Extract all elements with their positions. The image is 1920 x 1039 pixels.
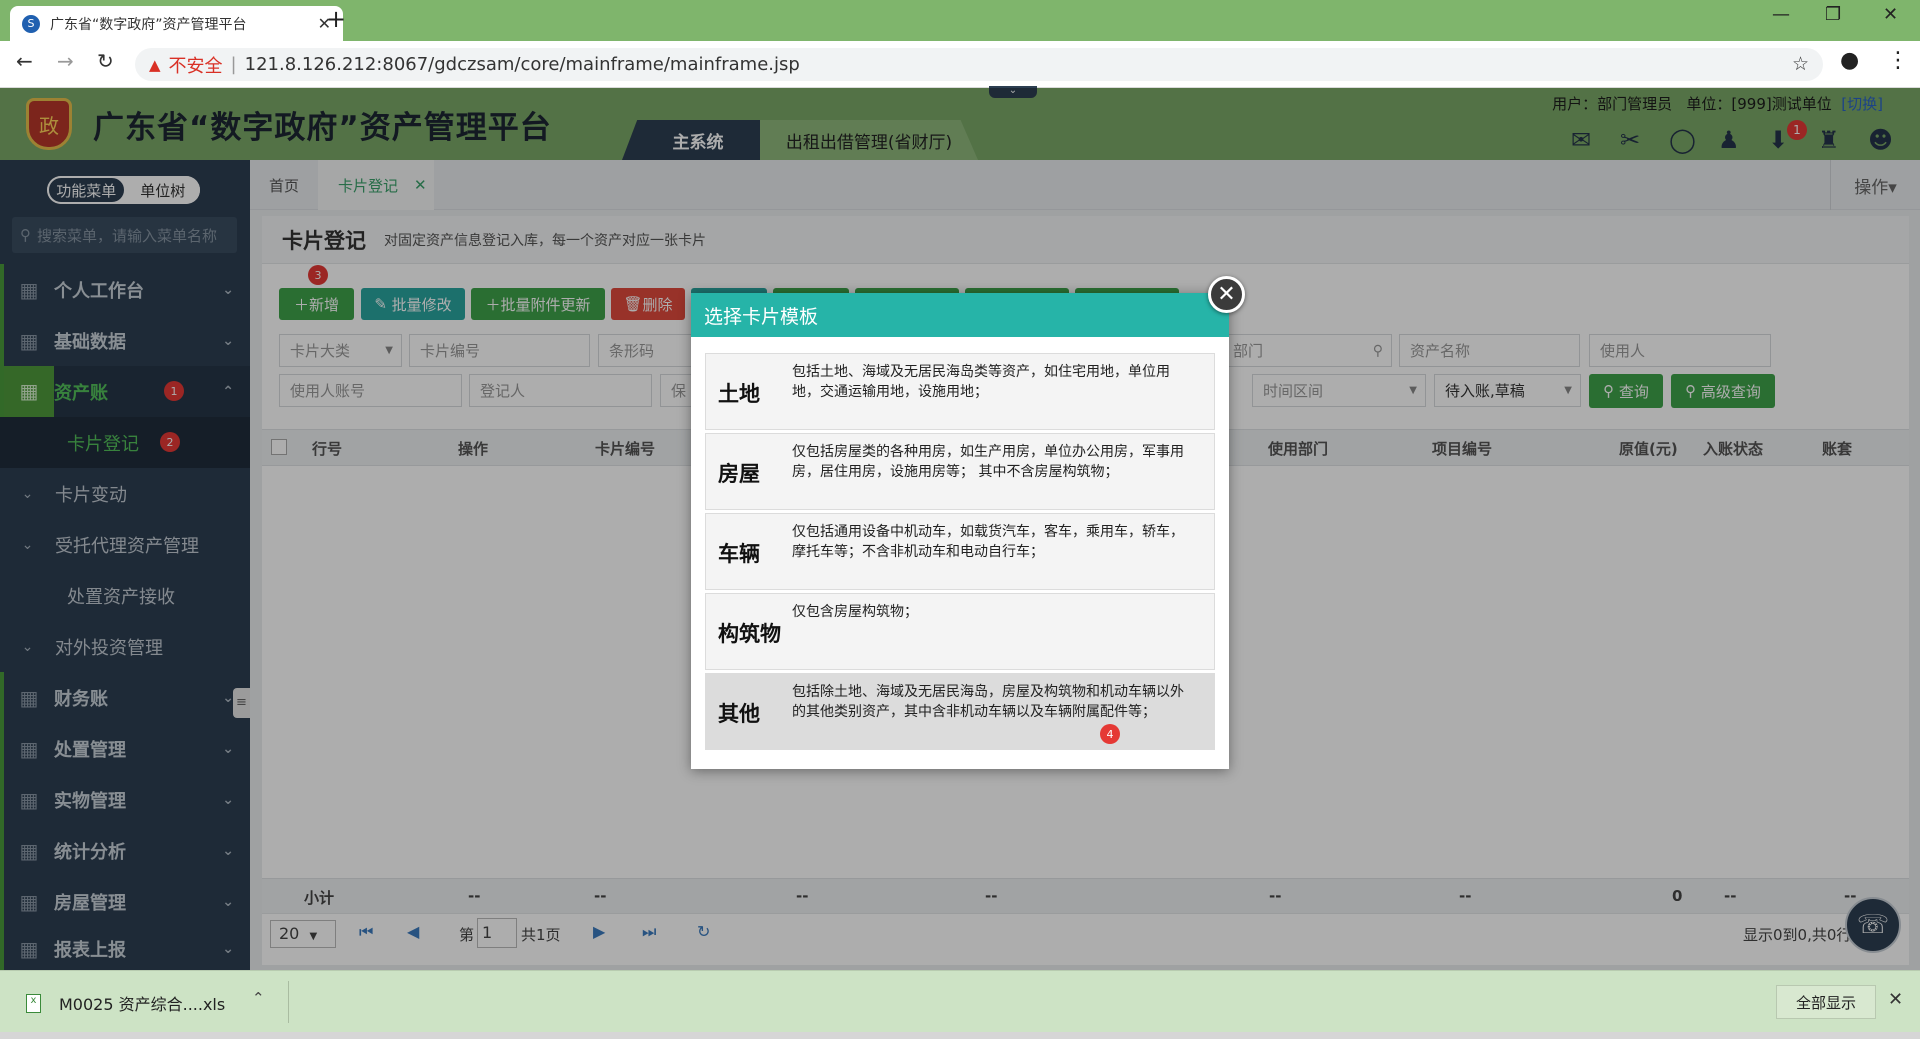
url-field[interactable]: ▲ 不安全 | 121.8.126.212:8067/gdczsam/core/… [135,48,1823,81]
template-option-land[interactable]: 土地 包括土地、海域及无居民海岛类等资产，如住宅用地，单位用地，交通运输用地，设… [705,353,1215,430]
reload-icon[interactable]: ↻ [97,49,114,73]
template-desc: 包括除土地、海域及无居民海岛，房屋及构筑物和机动车辆以外的其他类别资产，其中含非… [792,684,1184,720]
template-desc: 仅包括房屋类的各种用房，如生产用房，单位办公用房，军事用房，居住用房，设施用房等… [792,444,1184,480]
template-name: 车辆 [718,541,760,566]
taskbar-edge [0,1032,1920,1039]
template-name: 构筑物 [718,621,781,646]
download-item[interactable]: x M0025 资产综合....xls [26,991,225,1015]
back-icon[interactable]: ← [16,49,33,73]
profile-icon[interactable]: ● [1840,48,1859,73]
url-separator: | [230,54,237,75]
template-name: 其他 [718,701,760,726]
browser-tab-title: 广东省“数字政府”资产管理平台 [50,16,247,33]
bookmark-star-icon[interactable]: ☆ [1792,53,1809,75]
template-desc: 仅包含房屋构筑物； [792,604,918,620]
browser-tab[interactable]: S 广东省“数字政府”资产管理平台 ✕ [10,6,343,41]
new-tab-button[interactable]: + [326,5,346,33]
browser-menu-icon[interactable]: ⋮ [1887,48,1909,73]
excel-file-icon: x [26,993,41,1013]
template-select-dialog: 选择卡片模板 土地 包括土地、海域及无居民海岛类等资产，如住宅用地，单位用地，交… [691,293,1229,769]
template-option-house[interactable]: 房屋 仅包括房屋类的各种用房，如生产用房，单位办公用房，军事用房，居住用房，设施… [705,433,1215,510]
show-all-button[interactable]: 全部显示 [1776,985,1876,1019]
template-desc: 仅包括通用设备中机动车，如载货汽车，客车，乘用车，轿车，摩托车等；不含非机动车和… [792,524,1184,560]
warning-icon: ▲ [149,55,161,74]
chevron-up-icon[interactable]: ⌃ [252,989,265,1007]
download-shelf: x M0025 资产综合....xls ⌃ 全部显示 ✕ [0,970,1920,1032]
forward-icon[interactable]: → [57,49,74,73]
address-bar-row: ← → ↻ ▲ 不安全 | 121.8.126.212:8067/gdczsam… [0,41,1920,88]
template-option-other[interactable]: 其他 包括除土地、海域及无居民海岛，房屋及构筑物和机动车辆以外的其他类别资产，其… [705,673,1215,750]
shelf-divider [288,981,289,1023]
minimize-icon[interactable]: — [1772,4,1790,25]
site-favicon-icon: S [22,14,40,33]
template-name: 房屋 [718,461,760,486]
dialog-title: 选择卡片模板 [691,293,1229,337]
dialog-close-button[interactable]: ✕ [1208,276,1245,313]
template-option-structure[interactable]: 构筑物 仅包含房屋构筑物； [705,593,1215,670]
url-text: 121.8.126.212:8067/gdczsam/core/mainfram… [244,54,800,75]
template-option-vehicle[interactable]: 车辆 仅包括通用设备中机动车，如载货汽车，客车，乘用车，轿车，摩托车等；不含非机… [705,513,1215,590]
template-name: 土地 [718,381,760,406]
download-filename: M0025 资产综合....xls [59,995,226,1014]
insecure-label: 不安全 [168,55,223,77]
template-desc: 包括土地、海域及无居民海岛类等资产，如住宅用地，单位用地，交通运输用地，设施用地… [792,364,1170,400]
window-close-icon[interactable]: ✕ [1883,4,1898,25]
step-badge: 4 [1100,724,1120,744]
restore-icon[interactable]: ❐ [1825,4,1841,25]
browser-tab-strip: S 广东省“数字政府”资产管理平台 ✕ + — ❐ ✕ [0,0,1920,41]
shelf-close-icon[interactable]: ✕ [1888,989,1903,1010]
